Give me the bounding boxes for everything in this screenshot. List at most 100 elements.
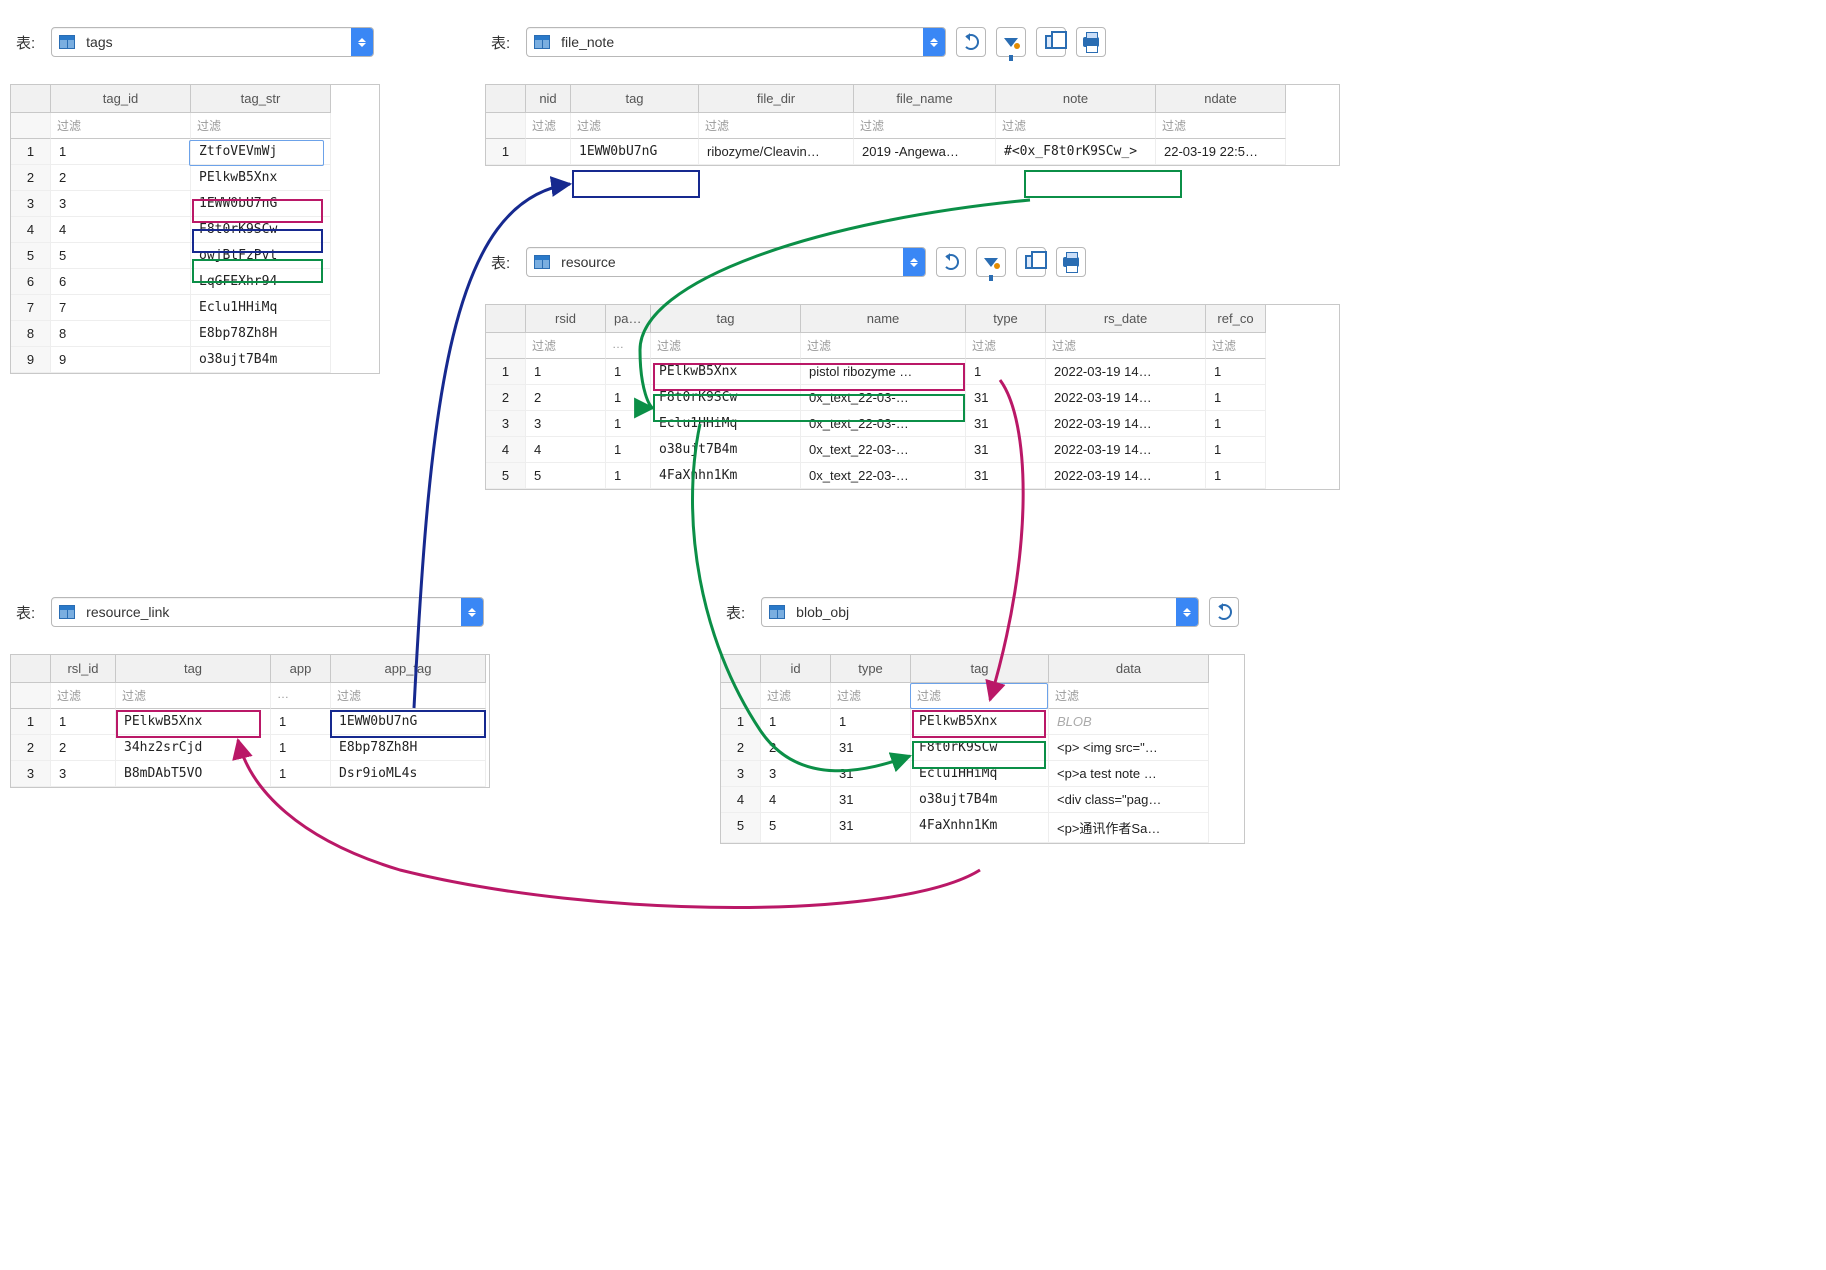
cell[interactable]: 1 [1206, 411, 1266, 437]
cell[interactable]: Eclu1HHiMq [191, 295, 331, 321]
column-header[interactable]: tag_str [191, 85, 331, 113]
table-row[interactable]: 331EWW0bU7nG [11, 191, 379, 217]
filter-cell[interactable]: 过滤 [51, 683, 116, 709]
filter-cell[interactable]: 过滤 [191, 113, 331, 139]
cell[interactable]: Dsr9ioML4s [331, 761, 486, 787]
print-button[interactable] [1076, 27, 1106, 57]
cell[interactable]: 1 [271, 709, 331, 735]
cell[interactable]: E8bp78Zh8H [191, 321, 331, 347]
table-row[interactable]: 331Eclu1HHiMq0x_text_22-03-…312022-03-19… [486, 411, 1339, 437]
cell[interactable]: 1 [606, 359, 651, 385]
cell[interactable]: 2022-03-19 14… [1046, 359, 1206, 385]
column-header[interactable]: tag [116, 655, 271, 683]
cell[interactable]: PElkwB5Xnx [651, 359, 801, 385]
filter-cell[interactable]: … [271, 683, 331, 709]
table-row[interactable]: 77Eclu1HHiMq [11, 295, 379, 321]
filter-button[interactable] [996, 27, 1026, 57]
cell[interactable]: <p>通讯作者Sa… [1049, 813, 1209, 843]
table-row[interactable]: 221F8t0rK9SCw0x_text_22-03-…312022-03-19… [486, 385, 1339, 411]
column-header[interactable]: rs_date [1046, 305, 1206, 333]
column-header[interactable]: note [996, 85, 1156, 113]
filter-cell[interactable]: 过滤 [801, 333, 966, 359]
cell[interactable]: o38ujt7B4m [911, 787, 1049, 813]
column-header[interactable]: app_tag [331, 655, 486, 683]
cell[interactable]: 3 [51, 761, 116, 787]
table-row[interactable]: 2234hz2srCjd1E8bp78Zh8H [11, 735, 489, 761]
cell[interactable]: 31 [966, 437, 1046, 463]
filter-cell[interactable]: 过滤 [831, 683, 911, 709]
cell[interactable]: 0x_text_22-03-… [801, 411, 966, 437]
column-header[interactable]: name [801, 305, 966, 333]
column-header[interactable]: tag [911, 655, 1049, 683]
cell[interactable]: 2019 -Angewa… [854, 139, 996, 165]
cell[interactable]: 31 [966, 411, 1046, 437]
cell[interactable]: 3 [526, 411, 606, 437]
table-row[interactable]: 5514FaXnhn1Km0x_text_22-03-…312022-03-19… [486, 463, 1339, 489]
cell[interactable]: 2022-03-19 14… [1046, 463, 1206, 489]
filter-cell[interactable]: 过滤 [51, 113, 191, 139]
cell[interactable]: 4 [761, 787, 831, 813]
copy-button[interactable] [1016, 247, 1046, 277]
cell[interactable]: 2 [51, 735, 116, 761]
filter-cell[interactable]: 过滤 [1049, 683, 1209, 709]
cell[interactable]: 1 [606, 463, 651, 489]
cell[interactable]: 9 [51, 347, 191, 373]
table-row[interactable]: 111PElkwB5XnxBLOB [721, 709, 1244, 735]
cell[interactable]: 6 [51, 269, 191, 295]
filter-cell[interactable]: 过滤 [651, 333, 801, 359]
cell[interactable]: 1 [761, 709, 831, 735]
cell[interactable]: PElkwB5Xnx [116, 709, 271, 735]
cell[interactable]: 1 [1206, 359, 1266, 385]
column-header[interactable]: rsid [526, 305, 606, 333]
cell[interactable]: BLOB [1049, 709, 1209, 735]
filter-cell[interactable]: 过滤 [996, 113, 1156, 139]
cell[interactable]: 2022-03-19 14… [1046, 411, 1206, 437]
cell[interactable]: LqGFEXhr94 [191, 269, 331, 295]
cell[interactable]: E8bp78Zh8H [331, 735, 486, 761]
cell[interactable]: PElkwB5Xnx [191, 165, 331, 191]
filter-button[interactable] [976, 247, 1006, 277]
cell[interactable]: <p>a test note … [1049, 761, 1209, 787]
cell[interactable]: 31 [966, 463, 1046, 489]
filter-cell[interactable]: 过滤 [761, 683, 831, 709]
cell[interactable]: 1 [1206, 385, 1266, 411]
cell[interactable]: 31 [831, 813, 911, 843]
cell[interactable]: 4FaXnhn1Km [651, 463, 801, 489]
cell[interactable]: owjBtFzPvt [191, 243, 331, 269]
cell[interactable]: 31 [831, 735, 911, 761]
table-select-tags[interactable]: tags [51, 27, 374, 57]
cell[interactable]: #<0x_F8t0rK9SCw_> [996, 139, 1156, 165]
column-header[interactable]: ndate [1156, 85, 1286, 113]
filter-cell[interactable]: 过滤 [699, 113, 854, 139]
cell[interactable]: ribozyme/Cleavin… [699, 139, 854, 165]
cell[interactable]: 7 [51, 295, 191, 321]
table-select-resource[interactable]: resource [526, 247, 926, 277]
dropdown-icon[interactable] [461, 598, 483, 626]
cell[interactable]: 3 [51, 191, 191, 217]
cell[interactable]: 1 [966, 359, 1046, 385]
filter-cell[interactable]: 过滤 [571, 113, 699, 139]
cell[interactable]: 0x_text_22-03-… [801, 437, 966, 463]
column-header[interactable]: ref_co [1206, 305, 1266, 333]
filter-cell[interactable]: 过滤 [331, 683, 486, 709]
cell[interactable]: 1 [271, 761, 331, 787]
filter-cell[interactable]: 过滤 [966, 333, 1046, 359]
cell[interactable]: F8t0rK9SCw [651, 385, 801, 411]
cell[interactable]: 0x_text_22-03-… [801, 385, 966, 411]
cell[interactable]: 1 [606, 437, 651, 463]
cell[interactable]: Eclu1HHiMq [651, 411, 801, 437]
filter-cell[interactable]: 过滤 [1206, 333, 1266, 359]
cell[interactable]: 1 [831, 709, 911, 735]
table-row[interactable]: 3331Eclu1HHiMq<p>a test note … [721, 761, 1244, 787]
column-header[interactable]: tag_id [51, 85, 191, 113]
copy-button[interactable] [1036, 27, 1066, 57]
column-header[interactable]: tag [651, 305, 801, 333]
cell[interactable]: o38ujt7B4m [651, 437, 801, 463]
cell[interactable]: 5 [51, 243, 191, 269]
cell[interactable]: 0x_text_22-03-… [801, 463, 966, 489]
filter-cell[interactable]: 过滤 [526, 113, 571, 139]
cell[interactable]: Eclu1HHiMq [911, 761, 1049, 787]
filter-cell[interactable]: 过滤 [1156, 113, 1286, 139]
refresh-button[interactable] [956, 27, 986, 57]
filter-cell[interactable]: … [606, 333, 651, 359]
